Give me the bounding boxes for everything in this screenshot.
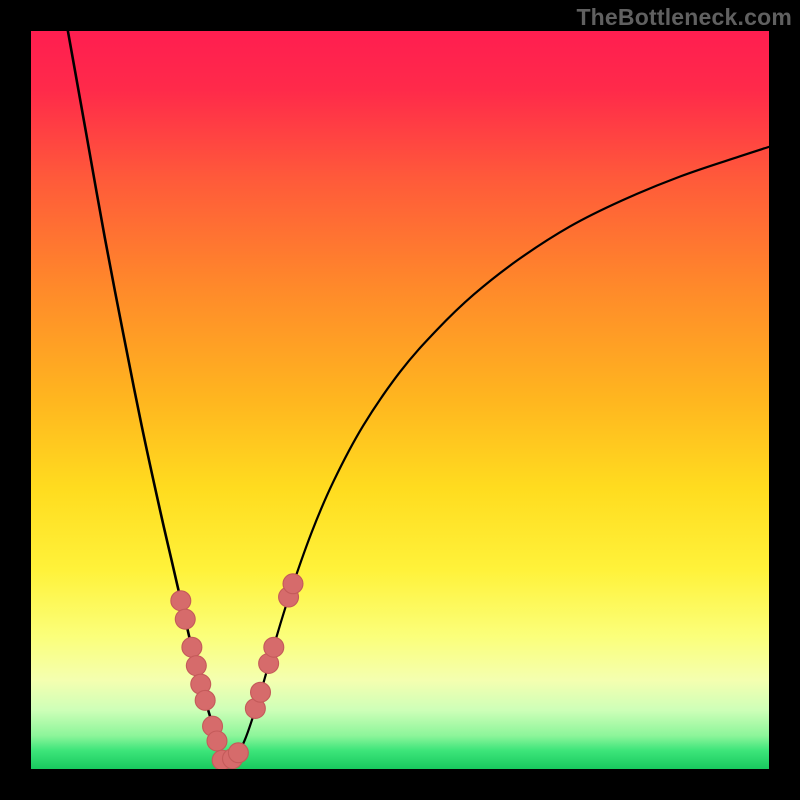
data-marker [186, 656, 206, 676]
marker-group [171, 574, 303, 769]
data-marker [182, 637, 202, 657]
watermark-text: TheBottleneck.com [576, 4, 792, 31]
data-marker [207, 731, 227, 751]
right-curve [223, 147, 769, 762]
data-marker [251, 682, 271, 702]
chart-frame: TheBottleneck.com [0, 0, 800, 800]
data-marker [175, 609, 195, 629]
data-marker [264, 637, 284, 657]
plot-area [31, 31, 769, 769]
curve-layer [31, 31, 769, 769]
data-marker [283, 574, 303, 594]
data-marker [195, 690, 215, 710]
data-marker [171, 591, 191, 611]
data-marker [228, 743, 248, 763]
